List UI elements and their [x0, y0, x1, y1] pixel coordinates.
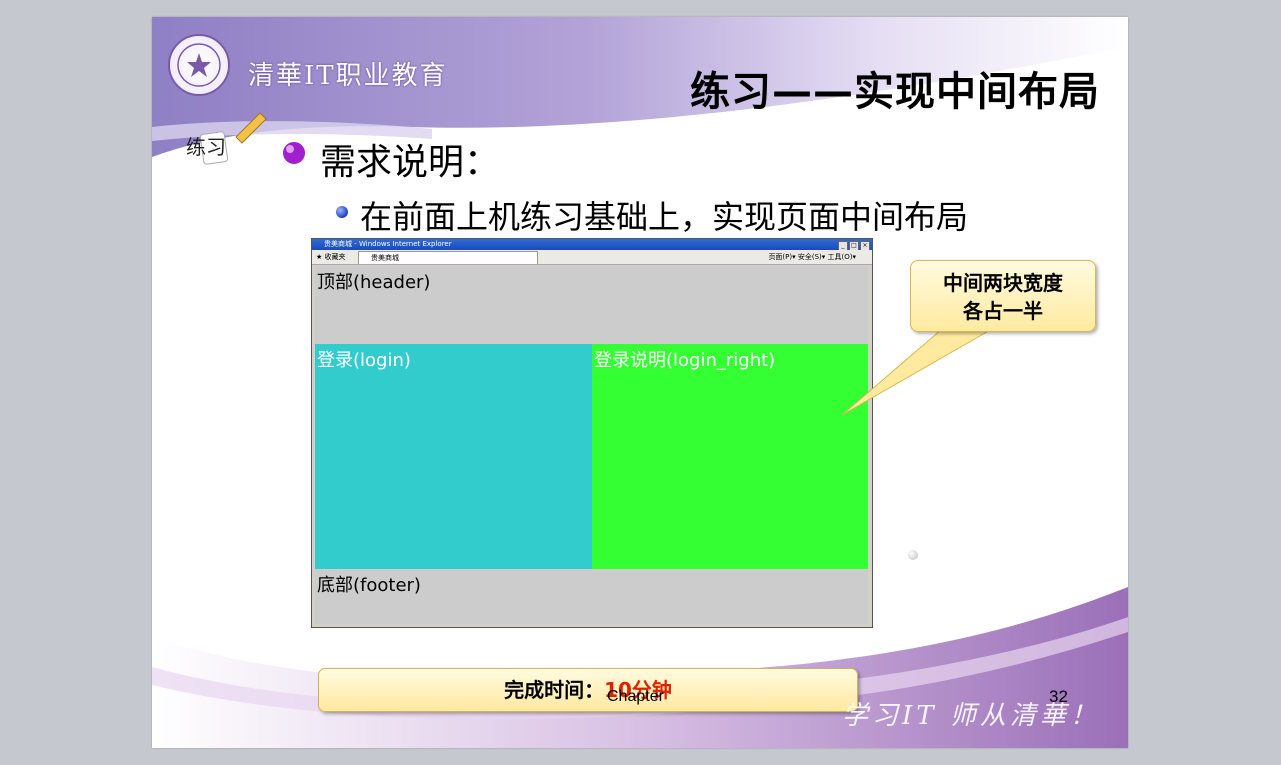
requirement-heading: 需求说明：	[320, 142, 501, 183]
star-icon: ★	[316, 253, 323, 261]
login-right-section: 登录说明(login_right)	[592, 344, 868, 569]
footer-label: 底部(footer)	[317, 575, 421, 596]
login-section: 登录(login)	[315, 344, 592, 569]
minimize-icon[interactable]: _	[838, 241, 848, 250]
slide: 清華IT职业教育 练习——实现中间布局 练习 需求说明： 在前面上机练习基础上，…	[152, 17, 1128, 748]
header-section: 顶部(header)	[315, 266, 868, 344]
page-number: 32	[1049, 687, 1068, 706]
completion-time-box: 完成时间：10分钟	[318, 668, 858, 712]
slide-title: 练习——实现中间布局	[690, 69, 1100, 115]
requirement-text: 在前面上机练习基础上，实现页面中间布局	[360, 198, 969, 236]
decorative-dot	[908, 550, 918, 560]
login-right-label: 登录说明(login_right)	[594, 350, 776, 371]
footer-section: 底部(footer)	[315, 569, 868, 624]
window-title: 贵美商城 - Windows Internet Explorer	[324, 240, 452, 248]
sub-bullet-icon	[336, 206, 348, 218]
callout-line-2: 各占一半	[963, 299, 1043, 323]
header-label: 顶部(header)	[317, 272, 431, 293]
browser-titlebar: 贵美商城 - Windows Internet Explorer _ □ ×	[312, 239, 872, 250]
callout-note: 中间两块宽度 各占一半	[910, 260, 1096, 332]
logo-text: 清華IT职业教育	[248, 61, 448, 91]
time-label: 完成时间：	[504, 678, 605, 702]
practice-label: 练习	[186, 135, 226, 159]
browser-toolbar: ★ 收藏夹 贵美商城 页面(P)▾ 安全(S)▾ 工具(O)▾	[312, 250, 872, 265]
maximize-icon[interactable]: □	[849, 241, 859, 250]
page-content: 顶部(header) 登录(login) 登录说明(login_right) 底…	[315, 266, 868, 624]
favorites-button[interactable]: ★ 收藏夹	[316, 250, 346, 264]
close-icon[interactable]: ×	[860, 241, 870, 250]
heading-bullet-icon	[281, 140, 307, 166]
chapter-label: Chapter	[607, 688, 664, 705]
login-label: 登录(login)	[317, 350, 411, 371]
callout-line-1: 中间两块宽度	[943, 271, 1063, 295]
browser-tab[interactable]: 贵美商城	[358, 251, 538, 264]
toolbar-menu[interactable]: 页面(P)▾ 安全(S)▾ 工具(O)▾	[768, 250, 856, 264]
browser-screenshot: 贵美商城 - Windows Internet Explorer _ □ × ★ 收…	[311, 238, 873, 628]
